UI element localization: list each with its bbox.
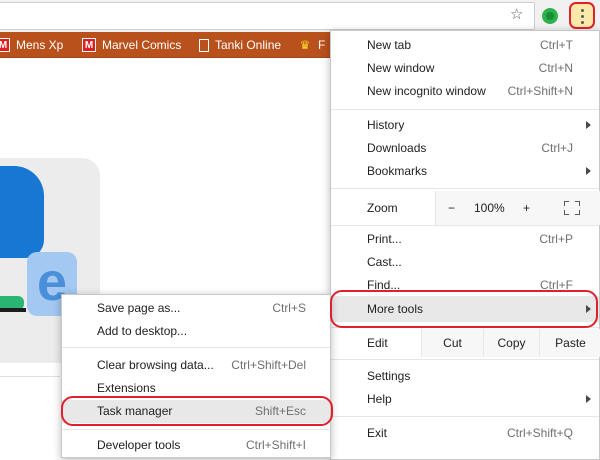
menu-label: New incognito window <box>367 84 486 98</box>
zoom-label: Zoom <box>367 201 398 215</box>
menu-separator <box>331 188 599 189</box>
menu-add-to-desktop[interactable]: Add to desktop... <box>62 320 330 343</box>
page-icon <box>199 38 209 52</box>
zoom-out-button[interactable]: − <box>448 201 455 215</box>
menu-new-incognito-window[interactable]: New incognito window Ctrl+Shift+N <box>331 80 599 103</box>
menu-edit-row: Edit Cut Copy Paste <box>331 329 600 357</box>
menu-print[interactable]: Print... Ctrl+P <box>331 228 599 251</box>
menu-label: Save page as... <box>97 301 181 315</box>
menu-separator <box>62 429 330 430</box>
bookmark-f[interactable]: ♛ F <box>298 32 326 58</box>
extension-icon[interactable] <box>542 8 558 24</box>
menu-label: Find... <box>367 278 401 292</box>
menu-bookmarks[interactable]: Bookmarks <box>331 160 599 183</box>
menu-new-tab[interactable]: New tab Ctrl+T <box>331 34 599 57</box>
menu-label: More tools <box>367 302 424 316</box>
menu-history[interactable]: History <box>331 114 599 137</box>
menu-label: Clear browsing data... <box>97 358 214 372</box>
menu-downloads[interactable]: Downloads Ctrl+J <box>331 137 599 160</box>
menu-label: Task manager <box>97 404 173 418</box>
content-divider <box>0 376 60 377</box>
menu-label: Developer tools <box>97 438 181 452</box>
menu-separator <box>62 347 330 348</box>
menu-task-manager[interactable]: Task manager Shift+Esc <box>62 400 330 423</box>
menu-shortcut: Ctrl+Shift+N <box>507 84 573 98</box>
bookmark-label: Marvel Comics <box>102 38 182 52</box>
bookmark-tanki-online[interactable]: Tanki Online <box>199 32 281 58</box>
menu-shortcut: Ctrl+P <box>539 232 573 246</box>
menu-label: Print... <box>367 232 402 246</box>
menu-exit[interactable]: Exit Ctrl+Shift+Q <box>331 422 599 445</box>
submenu-arrow-icon <box>586 121 591 129</box>
kebab-dot <box>581 21 584 24</box>
submenu-arrow-icon <box>586 395 591 403</box>
menu-separator <box>331 327 599 328</box>
character-illustration <box>0 166 44 258</box>
menu-clear-browsing-data[interactable]: Clear browsing data... Ctrl+Shift+Del <box>62 354 330 377</box>
more-tools-submenu: Save page as... Ctrl+S Add to desktop...… <box>61 294 331 458</box>
menu-new-window[interactable]: New window Ctrl+N <box>331 57 599 80</box>
menu-label: Add to desktop... <box>97 324 188 338</box>
bookmark-star-icon[interactable]: ☆ <box>510 6 526 22</box>
menu-label: Extensions <box>97 381 156 395</box>
crown-icon: ♛ <box>299 38 311 52</box>
chrome-menu-button[interactable] <box>569 2 595 29</box>
edit-label: Edit <box>367 336 388 350</box>
zoom-in-button[interactable]: + <box>523 201 530 215</box>
menu-zoom-row: Zoom − 100% + <box>331 191 600 225</box>
menu-find[interactable]: Find... Ctrl+F <box>331 274 599 297</box>
copy-button[interactable]: Copy <box>483 329 539 357</box>
menu-label: Downloads <box>367 141 427 155</box>
bookmark-label: F <box>318 38 326 52</box>
menu-label: Cast... <box>367 255 402 269</box>
fullscreen-icon[interactable] <box>564 201 580 215</box>
menu-developer-tools[interactable]: Developer tools Ctrl+Shift+I <box>62 434 330 457</box>
menu-shortcut: Ctrl+T <box>540 38 573 52</box>
menu-more-tools[interactable]: More tools <box>331 296 599 322</box>
bookmark-label: Tanki Online <box>215 38 282 52</box>
menu-separator <box>331 359 599 360</box>
kebab-dot <box>581 15 584 18</box>
submenu-arrow-icon <box>586 167 591 175</box>
menu-extensions[interactable]: Extensions <box>62 377 330 400</box>
menu-separator <box>331 109 599 110</box>
menu-label: New tab <box>367 38 412 52</box>
menu-help[interactable]: Help <box>331 388 599 411</box>
menu-cast[interactable]: Cast... <box>331 251 599 274</box>
chrome-main-menu: New tab Ctrl+T New window Ctrl+N New inc… <box>330 30 600 460</box>
menu-shortcut: Ctrl+S <box>272 301 306 315</box>
menu-shortcut: Ctrl+F <box>540 278 573 292</box>
bookmark-label: Mens Xp <box>16 38 64 52</box>
cut-button[interactable]: Cut <box>421 329 483 357</box>
menu-save-page-as[interactable]: Save page as... Ctrl+S <box>62 297 330 320</box>
paste-button[interactable]: Paste <box>539 329 600 357</box>
character-shadow <box>0 308 26 312</box>
menu-settings[interactable]: Settings <box>331 365 599 388</box>
m-icon: M <box>0 38 10 52</box>
address-bar[interactable] <box>0 2 535 30</box>
submenu-arrow-icon <box>586 305 591 313</box>
menu-shortcut: Shift+Esc <box>254 404 306 418</box>
kebab-menu-icon <box>581 9 584 12</box>
menu-shortcut: Ctrl+J <box>541 141 573 155</box>
menu-shortcut: Ctrl+Shift+I <box>245 438 306 452</box>
menu-label: Bookmarks <box>367 164 428 178</box>
menu-shortcut: Ctrl+Shift+Del <box>231 358 306 372</box>
bookmark-mens-xp[interactable]: M Mens Xp <box>0 32 63 58</box>
menu-label: Exit <box>367 426 388 440</box>
marvel-icon: M <box>82 38 96 52</box>
menu-shortcut: Ctrl+N <box>538 61 573 75</box>
menu-label: Settings <box>367 369 411 383</box>
zoom-controls: − 100% + <box>435 191 600 225</box>
bookmark-marvel-comics[interactable]: M Marvel Comics <box>82 32 181 58</box>
browser-toolbar: ☆ <box>0 0 600 32</box>
zoom-level: 100% <box>474 201 505 215</box>
menu-label: New window <box>367 61 435 75</box>
menu-shortcut: Ctrl+Shift+Q <box>506 426 573 440</box>
menu-separator <box>331 225 599 226</box>
menu-separator <box>331 416 599 417</box>
menu-label: History <box>367 118 405 132</box>
menu-label: Help <box>367 392 392 406</box>
